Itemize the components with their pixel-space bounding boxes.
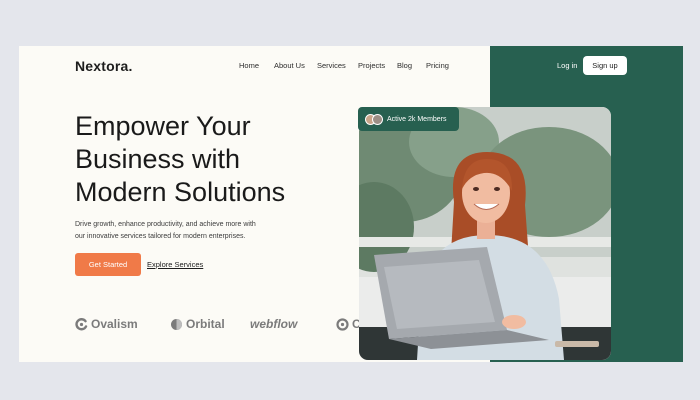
- get-started-button[interactable]: Get Started: [75, 253, 141, 276]
- member-avatars: [365, 113, 383, 125]
- explore-services-link[interactable]: Explore Services: [147, 260, 203, 269]
- brand-ovalism: Ovalism: [75, 317, 138, 331]
- brand-logo[interactable]: Nextora.: [75, 58, 133, 74]
- members-badge: Active 2k Members: [358, 107, 459, 131]
- headline-line: Business with: [75, 144, 241, 174]
- brand-name: Ovalism: [91, 317, 138, 331]
- nav-pricing[interactable]: Pricing: [426, 61, 449, 70]
- woman-with-laptop-illustration: [359, 107, 611, 360]
- ovalism-logo-icon: [75, 317, 88, 330]
- orbital-logo-icon: [171, 318, 182, 330]
- landing-page: Nextora. Home About Us Services Projects…: [19, 46, 683, 362]
- login-link[interactable]: Log in: [557, 61, 577, 70]
- hero-headline: Empower Your Business with Modern Soluti…: [75, 110, 345, 209]
- headline-line: Modern Solutions: [75, 177, 286, 207]
- avatar: [372, 113, 383, 125]
- headline-line: Empower Your: [75, 111, 251, 141]
- brand-partial: C: [336, 317, 361, 331]
- nav-home[interactable]: Home: [239, 61, 259, 70]
- nav-blog[interactable]: Blog: [397, 61, 412, 70]
- brand-name: webflow: [250, 317, 298, 331]
- nav-services[interactable]: Services: [317, 61, 346, 70]
- hero-description: Drive growth, enhance productivity, and …: [75, 219, 315, 243]
- nav-projects[interactable]: Projects: [358, 61, 385, 70]
- description-line: Drive growth, enhance productivity, and …: [75, 221, 256, 228]
- nav-about-us[interactable]: About Us: [274, 61, 305, 70]
- description-line: our innovative services tailored for mod…: [75, 233, 246, 240]
- brand-logo-icon: [336, 317, 349, 331]
- badge-text: Active 2k Members: [387, 115, 447, 123]
- brand-webflow: webflow: [250, 317, 297, 331]
- hero-image: [359, 107, 611, 360]
- signup-button[interactable]: Sign up: [583, 56, 627, 75]
- brand-orbital: Orbital: [170, 317, 225, 331]
- brand-name: Orbital: [186, 317, 225, 331]
